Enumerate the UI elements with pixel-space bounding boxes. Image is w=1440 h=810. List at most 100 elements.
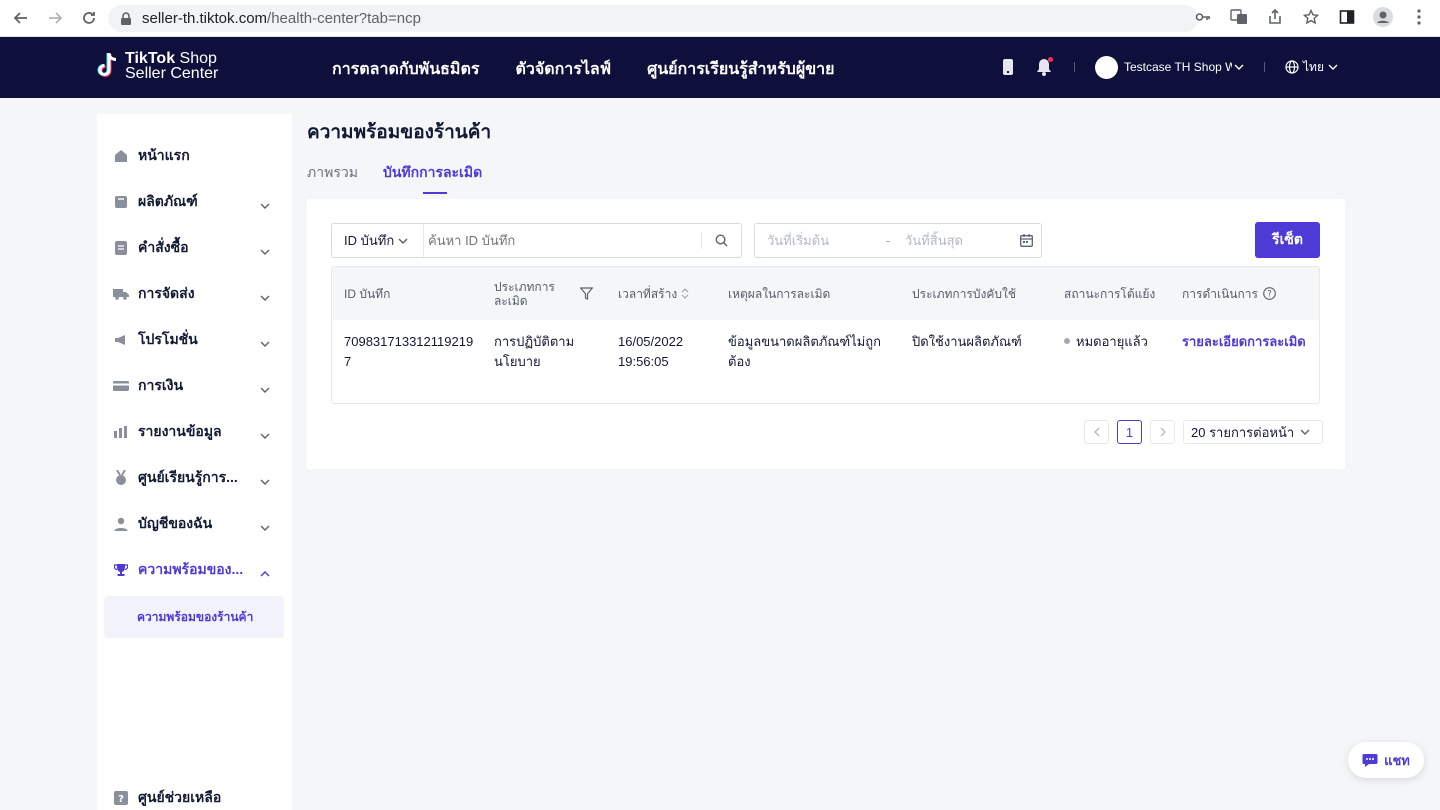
chevron-right-icon bbox=[1160, 427, 1166, 437]
chat-bubble-icon bbox=[1362, 753, 1378, 767]
sort-icon bbox=[681, 288, 689, 299]
language-selector[interactable]: ไทย bbox=[1285, 58, 1338, 77]
sidebar-item-learning[interactable]: ศูนย์เรียนรู้การ... bbox=[97, 466, 292, 490]
home-icon bbox=[113, 148, 129, 164]
sidebar: หน้าแรก ผลิตภัณฑ์ คำสั่งซื้อ การจัดส่ง โ… bbox=[97, 114, 292, 810]
filter-icon[interactable] bbox=[580, 287, 593, 300]
search-icon[interactable] bbox=[701, 232, 741, 249]
tab-violation-records[interactable]: บันทึกการละเมิด bbox=[383, 162, 482, 194]
header-record-id: ID บันทึก bbox=[344, 286, 391, 301]
chevron-down-icon bbox=[260, 472, 270, 488]
sidebar-item-home[interactable]: หน้าแรก bbox=[97, 144, 292, 168]
sidebar-item-label: โปรโมชั่น bbox=[138, 331, 198, 347]
sidebar-item-finance[interactable]: การเงิน bbox=[97, 374, 292, 398]
end-date-field[interactable]: วันที่สิ้นสุด bbox=[903, 230, 1011, 251]
violation-details-link[interactable]: รายละเอียดการละเมิด bbox=[1182, 332, 1306, 352]
share-icon[interactable] bbox=[1264, 6, 1286, 28]
chevron-down-icon bbox=[1328, 64, 1338, 70]
nav-link-affiliate[interactable]: การตลาดกับพันธมิตร bbox=[332, 57, 479, 82]
violation-records-card: ID บันทึก วันที่เริ่มต้น - วันที่สิ้นสุด… bbox=[307, 199, 1345, 469]
nav-link-live-manager[interactable]: ตัวจัดการไลฟ์ bbox=[515, 57, 611, 82]
tiktok-shop-logo[interactable]: TikTok Shop Seller Center bbox=[95, 51, 218, 82]
sidebar-item-products[interactable]: ผลิตภัณฑ์ bbox=[97, 190, 292, 214]
search-field-label: ID บันทึก bbox=[344, 233, 395, 248]
profile-icon[interactable] bbox=[1372, 6, 1394, 28]
address-bar[interactable]: seller-th.tiktok.com/health-center?tab=n… bbox=[108, 5, 1198, 32]
calendar-icon[interactable] bbox=[1011, 234, 1041, 247]
sidebar-item-promotions[interactable]: โปรโมชั่น bbox=[97, 328, 292, 352]
tab-bar: ภาพรวม บันทึกการละเมิด bbox=[307, 162, 482, 194]
cell-record-id: 709831713312119219 7 bbox=[344, 334, 474, 369]
back-icon[interactable] bbox=[10, 7, 32, 29]
mobile-icon[interactable] bbox=[998, 57, 1018, 77]
tab-overview[interactable]: ภาพรวม bbox=[307, 162, 358, 194]
chart-icon bbox=[113, 424, 129, 440]
key-icon[interactable] bbox=[1192, 6, 1214, 28]
chat-label: แชท bbox=[1384, 752, 1410, 768]
page-size-label: 20 รายการต่อหน้า bbox=[1191, 424, 1295, 440]
order-icon bbox=[113, 240, 129, 256]
divider bbox=[1074, 62, 1075, 72]
sidebar-item-my-account[interactable]: บัญชีของฉัน bbox=[97, 512, 292, 536]
sidebar-item-label: ผลิตภัณฑ์ bbox=[138, 193, 198, 209]
megaphone-icon bbox=[113, 332, 129, 348]
table-header: ID บันทึก ประเภทการละเมิด เวลาที่สร้าง เ… bbox=[332, 267, 1319, 320]
translate-icon[interactable] bbox=[1228, 6, 1250, 28]
prev-page-button[interactable] bbox=[1084, 420, 1109, 444]
shop-avatar[interactable] bbox=[1095, 55, 1118, 79]
page-title: ความพร้อมของร้านค้า bbox=[307, 122, 492, 143]
card-icon bbox=[113, 378, 129, 394]
reset-button[interactable]: รีเซ็ต bbox=[1255, 222, 1320, 258]
appeal-status-label: หมดอายุแล้ว bbox=[1076, 334, 1148, 349]
header-violation-reason: เหตุผลในการละเมิด bbox=[728, 286, 831, 301]
reload-icon[interactable] bbox=[78, 7, 100, 29]
sidebar-item-shop-health[interactable]: ความพร้อมของ... bbox=[97, 558, 292, 582]
sidebar-item-help-center[interactable]: ? ศูนย์ช่วยเหลือ bbox=[97, 786, 292, 810]
svg-text:?: ? bbox=[1267, 290, 1272, 300]
notification-bell-icon[interactable] bbox=[1034, 57, 1054, 77]
sidebar-item-shipping[interactable]: การจัดส่ง bbox=[97, 282, 292, 306]
info-icon[interactable]: ? bbox=[1263, 287, 1276, 300]
trophy-icon bbox=[113, 562, 129, 578]
sidebar-subitem-shop-health[interactable]: ความพร้อมของร้านค้า bbox=[104, 596, 284, 638]
page-number-current[interactable]: 1 bbox=[1117, 420, 1142, 444]
globe-icon bbox=[1285, 60, 1299, 74]
sidepanel-icon[interactable] bbox=[1336, 6, 1358, 28]
violation-table: ID บันทึก ประเภทการละเมิด เวลาที่สร้าง เ… bbox=[331, 266, 1320, 404]
chevron-down-icon bbox=[260, 426, 270, 442]
search-field-select[interactable]: ID บันทึก bbox=[332, 224, 424, 257]
chevron-down-icon bbox=[398, 238, 408, 244]
chat-button[interactable]: แชท bbox=[1348, 742, 1424, 778]
search-input[interactable] bbox=[424, 224, 701, 257]
more-vertical-icon[interactable] bbox=[1408, 6, 1430, 28]
chevron-down-icon bbox=[260, 242, 270, 258]
chevron-down-icon bbox=[260, 518, 270, 534]
start-date-field[interactable]: วันที่เริ่มต้น bbox=[755, 230, 873, 251]
date-range-picker[interactable]: วันที่เริ่มต้น - วันที่สิ้นสุด bbox=[754, 223, 1042, 258]
shop-name[interactable]: Testcase TH Shop Wha bbox=[1124, 60, 1232, 74]
url-path: /health-center?tab=ncp bbox=[267, 10, 421, 27]
sidebar-item-label: ศูนย์เรียนรู้การ... bbox=[138, 469, 238, 485]
sidebar-item-data-reports[interactable]: รายงานข้อมูล bbox=[97, 420, 292, 444]
notification-dot bbox=[1048, 57, 1053, 62]
product-icon bbox=[113, 194, 129, 210]
chevron-down-icon bbox=[1300, 429, 1310, 435]
page-size-select[interactable]: 20 รายการต่อหน้า bbox=[1183, 420, 1323, 444]
truck-icon bbox=[113, 286, 129, 302]
star-icon[interactable] bbox=[1300, 6, 1322, 28]
sidebar-item-orders[interactable]: คำสั่งซื้อ bbox=[97, 236, 292, 260]
search-group: ID บันทึก bbox=[331, 223, 742, 258]
svg-text:?: ? bbox=[118, 794, 124, 805]
nav-link-learning-center[interactable]: ศูนย์การเรียนรู้สำหรับผู้ขาย bbox=[647, 57, 834, 82]
sidebar-item-label: หน้าแรก bbox=[138, 147, 190, 163]
next-page-button[interactable] bbox=[1150, 420, 1175, 444]
chevron-down-icon[interactable] bbox=[1234, 64, 1244, 70]
forward-icon[interactable] bbox=[44, 7, 66, 29]
cell-created-time: 19:56:05 bbox=[618, 354, 669, 369]
help-icon: ? bbox=[113, 790, 129, 806]
sidebar-item-label: การเงิน bbox=[138, 377, 184, 393]
cell-violation-reason: ข้อมูลขนาดผลิตภัณฑ์ไม่ถูกต้อง bbox=[728, 334, 882, 369]
header-enforcement-type: ประเภทการบังคับใช้ bbox=[912, 286, 1017, 301]
sidebar-item-label: รายงานข้อมูล bbox=[138, 423, 222, 439]
header-created-time[interactable]: เวลาที่สร้าง bbox=[618, 267, 689, 320]
